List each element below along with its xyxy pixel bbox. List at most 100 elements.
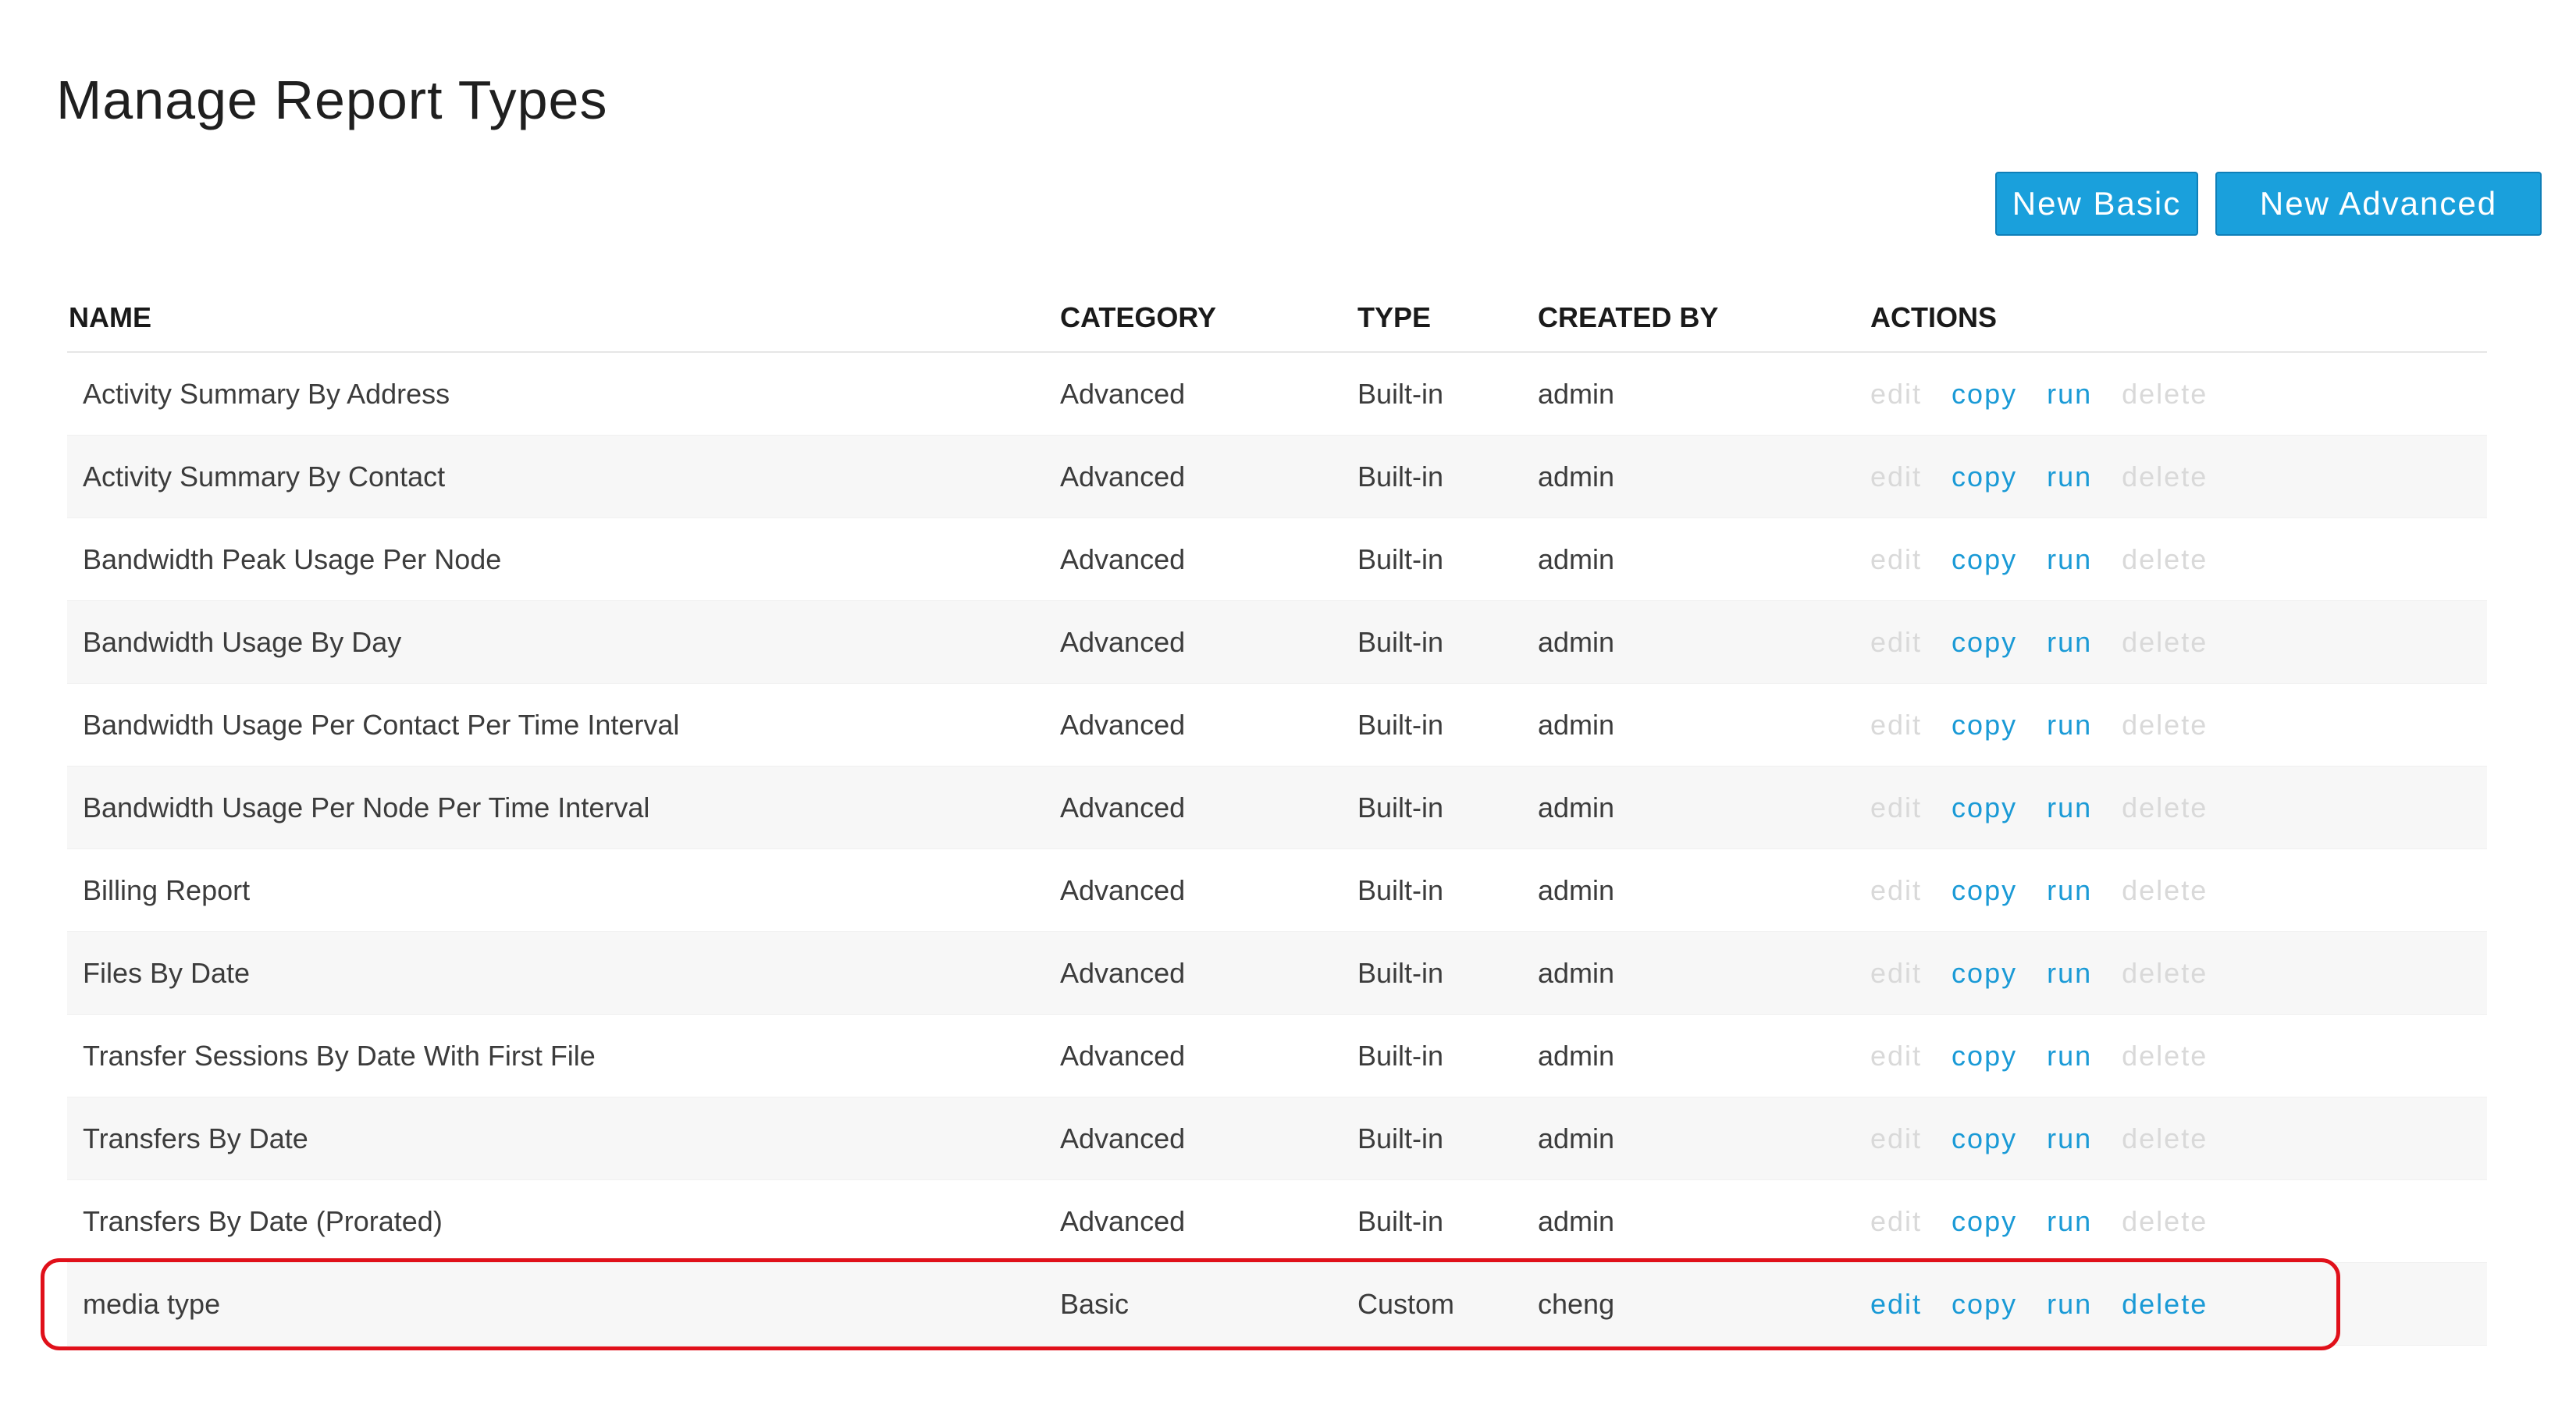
report-category: Advanced (1060, 1122, 1186, 1154)
table-row: Bandwidth Peak Usage Per Node Advanced Bui… (67, 518, 2487, 601)
edit-link: edit (1870, 1122, 1923, 1154)
edit-link: edit (1870, 378, 1923, 410)
report-category: Advanced (1060, 461, 1186, 493)
run-link[interactable]: run (2047, 1263, 2092, 1345)
report-type: Built-in (1357, 1040, 1444, 1072)
run-link[interactable]: run (2047, 518, 2092, 600)
report-name: Bandwidth Peak Usage Per Node (83, 543, 502, 575)
report-name: Bandwidth Usage Per Contact Per Time Int… (83, 709, 680, 741)
copy-link[interactable]: copy (1952, 353, 2017, 435)
table-row: Bandwidth Usage Per Node Per Time Interv… (67, 767, 2487, 849)
delete-link: delete (2122, 791, 2208, 823)
column-header-type[interactable]: TYPE (1357, 301, 1431, 334)
report-type: Custom (1357, 1288, 1455, 1320)
table-row: Transfers By Date (Prorated) Advanced Buil… (67, 1180, 2487, 1263)
delete-link: delete (2122, 626, 2208, 658)
row-actions: edit copy run delete (1870, 518, 2237, 600)
report-type: Built-in (1357, 378, 1444, 410)
copy-link[interactable]: copy (1952, 1180, 2017, 1262)
delete-link: delete (2122, 461, 2208, 493)
manage-report-types-page: Manage Report Types New Basic New Advanc… (0, 0, 2576, 1405)
report-name: Transfers By Date (Prorated) (83, 1205, 443, 1237)
row-actions: edit copy run delete (1870, 849, 2237, 931)
edit-link[interactable]: edit (1870, 1263, 1922, 1345)
report-category: Basic (1060, 1288, 1130, 1320)
report-created-by: admin (1538, 1122, 1615, 1154)
run-link[interactable]: run (2047, 601, 2092, 683)
copy-link[interactable]: copy (1952, 518, 2017, 600)
report-type: Built-in (1357, 461, 1444, 493)
table-row: Activity Summary By Address Advanced Built… (67, 353, 2487, 436)
run-link[interactable]: run (2047, 684, 2092, 766)
table-row: Transfers By Date Advanced Built-in admin ed… (67, 1097, 2487, 1180)
copy-link[interactable]: copy (1952, 932, 2017, 1014)
run-link[interactable]: run (2047, 932, 2092, 1014)
copy-link[interactable]: copy (1952, 601, 2017, 683)
new-advanced-button[interactable]: New Advanced (2215, 172, 2542, 236)
copy-link[interactable]: copy (1952, 1263, 2017, 1345)
copy-link[interactable]: copy (1952, 767, 2017, 848)
report-name: Files By Date (83, 957, 251, 989)
run-link[interactable]: run (2047, 849, 2092, 931)
delete-link: delete (2122, 543, 2208, 575)
column-header-category[interactable]: CATEGORY (1060, 301, 1216, 334)
column-header-actions: ACTIONS (1870, 301, 1997, 333)
report-created-by: admin (1538, 1205, 1615, 1237)
report-created-by: admin (1538, 791, 1615, 823)
copy-link[interactable]: copy (1952, 849, 2017, 931)
report-type: Built-in (1357, 957, 1444, 989)
run-link[interactable]: run (2047, 1180, 2092, 1262)
report-type: Built-in (1357, 874, 1444, 906)
report-category: Advanced (1060, 874, 1186, 906)
report-created-by: admin (1538, 378, 1615, 410)
run-link[interactable]: run (2047, 353, 2092, 435)
delete-link: delete (2122, 709, 2208, 741)
edit-link: edit (1870, 709, 1923, 741)
row-actions: edit copy run delete (1870, 601, 2237, 683)
page-title: Manage Report Types (56, 69, 608, 130)
row-actions: edit copy run delete (1870, 353, 2237, 435)
report-type: Built-in (1357, 1122, 1444, 1154)
delete-link: delete (2122, 1122, 2208, 1154)
report-type: Built-in (1357, 1205, 1444, 1237)
report-created-by: cheng (1538, 1288, 1615, 1320)
edit-link: edit (1870, 957, 1923, 989)
delete-link: delete (2122, 1205, 2208, 1237)
toolbar: New Basic New Advanced (1995, 172, 2542, 236)
run-link[interactable]: run (2047, 1097, 2092, 1179)
report-name: media type (83, 1288, 221, 1320)
report-type: Built-in (1357, 626, 1444, 658)
run-link[interactable]: run (2047, 436, 2092, 518)
table-row: Activity Summary By Contact Advanced Built… (67, 436, 2487, 518)
delete-link[interactable]: delete (2122, 1263, 2208, 1345)
report-category: Advanced (1060, 709, 1186, 741)
copy-link[interactable]: copy (1952, 436, 2017, 518)
report-category: Advanced (1060, 626, 1186, 658)
report-type: Built-in (1357, 543, 1444, 575)
report-created-by: admin (1538, 874, 1615, 906)
copy-link[interactable]: copy (1952, 1015, 2017, 1097)
delete-link: delete (2122, 378, 2208, 410)
report-name: Bandwidth Usage Per Node Per Time Interv… (83, 791, 650, 823)
copy-link[interactable]: copy (1952, 684, 2017, 766)
table-row: Bandwidth Usage By Day Advanced Built-in ad… (67, 601, 2487, 684)
report-category: Advanced (1060, 378, 1186, 410)
table-row: Billing Report Advanced Built-in admin edit c… (67, 849, 2487, 932)
column-header-name[interactable]: NAME (69, 301, 151, 334)
run-link[interactable]: run (2047, 1015, 2092, 1097)
report-created-by: admin (1538, 709, 1615, 741)
edit-link: edit (1870, 543, 1923, 575)
new-basic-button[interactable]: New Basic (1995, 172, 2198, 236)
edit-link: edit (1870, 791, 1923, 823)
report-created-by: admin (1538, 626, 1615, 658)
report-type: Built-in (1357, 791, 1444, 823)
column-header-created-by[interactable]: CREATED BY (1538, 301, 1718, 334)
run-link[interactable]: run (2047, 767, 2092, 848)
report-created-by: admin (1538, 957, 1615, 989)
copy-link[interactable]: copy (1952, 1097, 2017, 1179)
report-name: Transfers By Date (83, 1122, 308, 1154)
report-category: Advanced (1060, 791, 1186, 823)
edit-link: edit (1870, 1040, 1923, 1072)
row-actions: edit copy run delete (1870, 932, 2237, 1014)
report-category: Advanced (1060, 543, 1186, 575)
